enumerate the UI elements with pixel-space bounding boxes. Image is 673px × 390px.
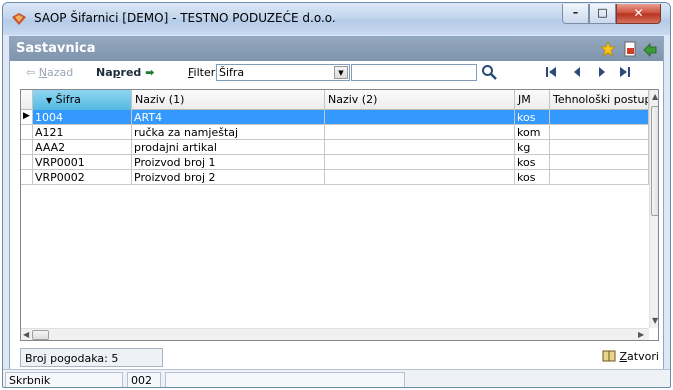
close-label-rest: atvori (627, 350, 659, 363)
status-code: 002 (127, 372, 161, 387)
cell-jm: kos (515, 170, 550, 185)
scroll-down-icon[interactable]: ▼ (652, 316, 658, 325)
next-record-icon[interactable] (596, 66, 608, 78)
cell-naziv2 (325, 155, 515, 170)
panel-header: Sastavnica (10, 37, 663, 61)
filter-label: Filter: (188, 66, 219, 79)
table-row[interactable]: ▶ 1004 ART4 kos (21, 110, 649, 125)
table-row[interactable]: A121 ručka za namještaj kom (21, 125, 649, 140)
cell-naziv1: Proizvod broj 2 (132, 170, 325, 185)
horizontal-scrollbar[interactable]: ◀ ▶ (21, 328, 649, 340)
scroll-left-icon[interactable]: ◀ (23, 330, 29, 339)
app-logo-icon (12, 13, 26, 25)
next-button[interactable]: Napred ➡ (96, 66, 154, 79)
last-record-icon[interactable] (619, 66, 631, 78)
minimize-icon: – (572, 6, 579, 19)
minimize-button[interactable]: – (562, 4, 589, 24)
grid-header: ▼ Šifra Naziv (1) Naziv (2) JM Tehnološk… (21, 90, 649, 110)
cell-sifra: AAA2 (33, 140, 132, 155)
sastavnica-panel: Sastavnica ⇦ Nazad Napred ➡ Filter: Šifr… (9, 36, 664, 385)
header-naziv2[interactable]: Naziv (2) (325, 90, 515, 110)
cell-sifra: A121 (33, 125, 132, 140)
vertical-scrollbar[interactable]: ▲ ▼ (649, 90, 658, 328)
cell-naziv1: Proizvod broj 1 (132, 155, 325, 170)
row-indicator (21, 155, 33, 170)
close-icon: ✕ (633, 6, 644, 20)
search-input[interactable] (351, 64, 477, 81)
filter-select[interactable]: Šifra ▼ (216, 64, 350, 81)
window-title: SAOP Šifarnici [DEMO] - TESTNO PODUZEĆE … (34, 11, 336, 25)
status-empty-panel (165, 372, 405, 387)
close-book-icon (602, 350, 616, 362)
cell-sifra: 1004 (33, 110, 132, 125)
star-icon[interactable] (600, 41, 616, 57)
header-indicator (21, 90, 33, 110)
cell-naziv2 (325, 170, 515, 185)
cell-tehnoloski-postupak (550, 110, 649, 125)
scroll-up-icon[interactable]: ▲ (652, 92, 658, 101)
data-grid[interactable]: ▼ Šifra Naziv (1) Naziv (2) JM Tehnološk… (20, 89, 659, 341)
close-window-button[interactable]: ✕ (616, 4, 661, 24)
previous-record-icon[interactable] (571, 66, 583, 78)
scroll-right-icon[interactable]: ▶ (638, 330, 644, 339)
close-panel-button[interactable]: Zatvori (602, 350, 659, 363)
status-user: Skrbnik (5, 372, 123, 387)
next-label-pre: Na (96, 66, 113, 79)
table-row[interactable]: VRP0001 Proizvod broj 1 kos (21, 155, 649, 170)
next-label-rest: red (120, 66, 142, 79)
close-label-accel: Z (619, 350, 628, 363)
cell-jm: kos (515, 110, 550, 125)
app-window: SAOP Šifarnici [DEMO] - TESTNO PODUZEĆE … (2, 2, 671, 388)
panel-title: Sastavnica (16, 41, 96, 56)
filter-select-value: Šifra (219, 66, 245, 79)
first-record-icon[interactable] (545, 66, 557, 78)
cell-naziv1: ART4 (132, 110, 325, 125)
vertical-scroll-thumb[interactable] (651, 106, 658, 216)
maximize-button[interactable]: □ (589, 4, 616, 24)
cell-tehnoloski-postupak (550, 155, 649, 170)
back-label-accel: N (38, 66, 47, 79)
sort-desc-icon: ▼ (46, 96, 53, 105)
cell-naziv2 (325, 125, 515, 140)
horizontal-scroll-thumb[interactable] (32, 330, 49, 340)
cell-tehnoloski-postupak (550, 140, 649, 155)
header-jm[interactable]: JM (515, 90, 550, 110)
results-count: Broj pogodaka: 5 (20, 348, 163, 367)
toolbar: ⇦ Nazad Napred ➡ Filter: Šifra ▼ (10, 61, 663, 85)
cell-jm: kom (515, 125, 550, 140)
table-row[interactable]: AAA2 prodajni artikal kg (21, 140, 649, 155)
filter-label-rest: ilter: (193, 66, 219, 79)
header-sifra[interactable]: ▼ Šifra (33, 90, 132, 110)
table-row[interactable]: VRP0002 Proizvod broj 2 kos (21, 170, 649, 185)
search-icon[interactable] (481, 64, 497, 80)
chevron-down-icon[interactable]: ▼ (334, 66, 348, 79)
cell-naziv2 (325, 110, 515, 125)
export-icon[interactable] (642, 41, 658, 57)
next-arrow-icon: ➡ (145, 66, 155, 79)
row-selected-icon: ▶ (21, 110, 33, 125)
title-bar[interactable]: SAOP Šifarnici [DEMO] - TESTNO PODUZEĆE … (3, 3, 670, 35)
header-sifra-label: Šifra (55, 93, 81, 106)
header-tehnoloski-postupak[interactable]: Tehnološki postupak (550, 90, 649, 110)
cell-naziv2 (325, 140, 515, 155)
header-naziv1[interactable]: Naziv (1) (132, 90, 325, 110)
cell-jm: kg (515, 140, 550, 155)
cell-tehnoloski-postupak (550, 125, 649, 140)
maximize-icon: □ (597, 6, 608, 19)
back-arrow-icon: ⇦ (26, 66, 36, 79)
back-button[interactable]: ⇦ Nazad (26, 66, 73, 79)
cell-sifra: VRP0002 (33, 170, 132, 185)
back-label-rest: azad (46, 66, 74, 79)
cell-tehnoloski-postupak (550, 170, 649, 185)
cell-sifra: VRP0001 (33, 155, 132, 170)
next-label-accel: p (112, 66, 121, 79)
row-indicator (21, 170, 33, 185)
cell-naziv1: ručka za namještaj (132, 125, 325, 140)
cell-jm: kos (515, 155, 550, 170)
status-bar: Skrbnik 002 (3, 369, 670, 387)
report-icon[interactable] (622, 41, 638, 57)
row-indicator (21, 125, 33, 140)
row-indicator (21, 140, 33, 155)
cell-naziv1: prodajni artikal (132, 140, 325, 155)
